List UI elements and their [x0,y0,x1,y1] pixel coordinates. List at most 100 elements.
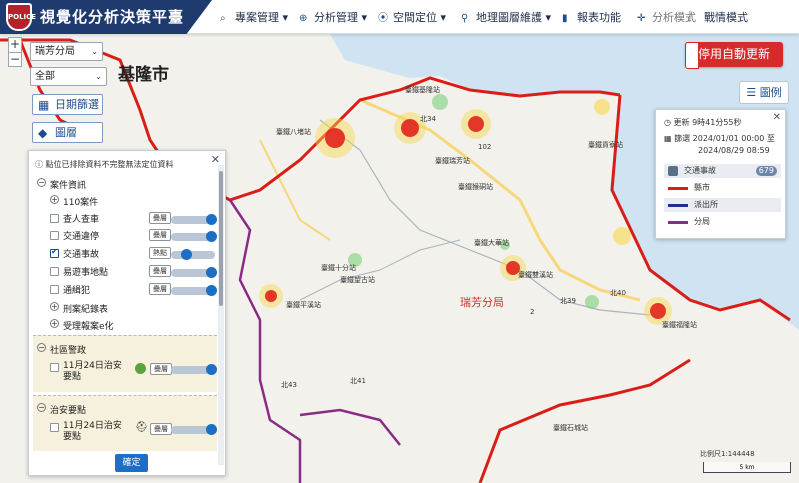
chevron-down-icon: ⌄ [91,47,98,56]
layers-button[interactable]: ◆ 圖層 [32,122,103,143]
confirm-button[interactable]: 確定 [115,454,148,472]
expand-icon: + [50,195,59,204]
map-scale-label: 比例尺1:144448 [700,450,755,458]
opacity-slider[interactable] [171,214,217,225]
nav-project-management[interactable]: ⌕ 專案管理 ▾ [220,9,288,25]
heatmap-button[interactable]: 熱點 [149,247,171,259]
road-label: 102 [478,143,492,151]
info-legend-panel: ✕ ◷ 更新 9時41分55秒 ▦ 篩選 2024/01/01 00:00 至 … [655,109,786,239]
info-icon: ⓘ [35,160,43,169]
tree-item[interactable]: + 受理報案e化 [29,319,219,335]
place-label: 臺鐵猴硐站 [458,183,493,191]
layer-checkbox[interactable] [50,247,59,258]
opacity-slider[interactable] [171,285,217,296]
place-label: 臺鐵雙溪站 [518,271,553,279]
nav-analysis-management[interactable]: ⊕ 分析管理 ▾ [299,9,367,25]
legend-precinct: 分局 [664,215,781,229]
zoom-in-button[interactable]: + [9,38,21,52]
legend-swatch [668,187,688,190]
date-filter-button[interactable]: ▦ 日期篩選 [32,94,103,115]
layer-checkbox[interactable] [50,231,59,240]
overlay-button[interactable]: 疊層 [150,363,172,375]
layer-row: 11月24日治安要點 疊層 [33,361,223,387]
clock-icon: ◷ [664,118,671,127]
opacity-slider[interactable] [171,364,217,375]
car-icon [668,166,678,176]
place-label: 臺鐵平溪站 [286,301,321,309]
opacity-slider[interactable] [171,424,217,435]
expand-icon: + [50,319,59,328]
layer-count-row: 交通事故 679 [664,164,781,178]
collapse-icon: − [37,403,46,412]
calendar-search-icon: ▦ [38,98,50,112]
overlay-button[interactable]: 疊層 [150,423,172,435]
scrollbar-thumb[interactable] [219,171,223,306]
nav-separator: | [688,9,692,22]
zoom-out-button[interactable]: − [9,52,21,66]
place-label: 臺鐵貢寮站 [588,141,623,149]
layer-checkbox[interactable] [50,423,59,432]
filter-end: 2024/08/29 08:59 [698,146,770,155]
tree-section[interactable]: − 治安要點 [33,403,223,419]
tree-item[interactable]: +110案件 [29,195,219,211]
layer-checkbox[interactable] [50,267,59,276]
opacity-slider[interactable] [171,249,215,260]
tree-section[interactable]: − 社區警政 [33,343,223,359]
app-title: 視覺化分析決策平臺 [40,8,185,26]
nav-gis-maintenance[interactable]: ⚲ 地理圖層維護 ▾ [461,9,551,25]
chevron-down-icon: ⌄ [95,72,102,81]
count-badge: 679 [755,166,777,176]
tree-item[interactable]: + 刑案紀錄表 [29,302,219,318]
layer-panel: ✕ ⓘ 點位已排除資料不完整無法定位資料 − 案件資訊 +110案件 查人查車 疊層… [28,150,226,476]
map-scale-bar: 5 km [703,462,791,473]
nav-spatial-location[interactable]: ⦿ 空間定位 ▾ [378,9,446,25]
layer-row: 11月24日治安要點 ⛑ 疊層 [33,421,223,447]
update-time: ◷ 更新 9時41分55秒 [664,118,742,127]
place-label: 臺鐵八堵站 [276,128,311,136]
layer-checkbox[interactable] [50,214,59,223]
layer-row: 通緝犯 疊層 [29,283,219,299]
legend-police-station: 派出所 [664,198,781,212]
layer-checkbox[interactable] [50,285,59,294]
overlay-button[interactable]: 疊層 [149,212,171,224]
search-icon: ⌕ [220,13,226,24]
community-policing-section: − 社區警政 11月24日治安要點 疊層 [33,335,217,392]
overlay-button[interactable]: 疊層 [149,265,171,277]
stop-auto-update-button[interactable]: 停用自動更新 [685,42,783,69]
nav-war-mode[interactable]: 戰情模式 [704,9,748,25]
opacity-slider[interactable] [171,267,217,278]
collapse-icon: − [37,178,46,187]
area-select[interactable]: 全部 ⌄ [30,67,107,86]
crosshair-icon: ✛ [637,13,646,24]
district-select[interactable]: 瑞芳分局 ⌄ [30,42,103,61]
top-navbar: POLICE 視覺化分析決策平臺 ⌕ 專案管理 ▾ ⊕ 分析管理 ▾ ⦿ 空間定位 ▾… [0,0,799,34]
legend-button[interactable]: ☰ 圖例 [739,81,789,104]
layer-row: 交通事故熱點 [29,247,219,263]
road-label: 北41 [350,377,366,385]
district-label: 瑞芳分局 [460,296,504,309]
panel-note: ⓘ 點位已排除資料不完整無法定位資料 [35,160,174,169]
road-label: 北34 [420,115,436,123]
expand-icon: + [50,302,59,311]
legend-swatch [668,204,688,207]
security-points-section: − 治安要點 11月24日治安要點 ⛑ 疊層 [33,395,217,451]
pin-icon: ⦿ [378,13,388,24]
overlay-button[interactable]: 疊層 [149,283,171,295]
zoom-control: + − [8,37,22,67]
opacity-slider[interactable] [171,231,217,242]
zoom-icon: ⊕ [299,13,308,24]
police-logo: POLICE [6,3,36,31]
police-hat-icon: ⛑ [135,422,148,433]
place-label: 臺鐵十分站 [321,264,356,272]
nav-reports[interactable]: ▮ 報表功能 [562,9,621,25]
layer-checkbox[interactable] [50,363,59,372]
collapse-icon: − [37,343,46,352]
tree-section[interactable]: − 案件資訊 [29,178,219,194]
layer-row: 易遊事地點 疊層 [29,265,219,281]
place-label: 臺鐵大華站 [474,239,509,247]
marker-icon [135,363,146,374]
place-label: 臺鐵石城站 [553,424,588,432]
place-label: 臺鐵望古站 [340,276,375,284]
overlay-button[interactable]: 疊層 [149,229,171,241]
place-label: 臺鐵基隆站 [405,86,440,94]
